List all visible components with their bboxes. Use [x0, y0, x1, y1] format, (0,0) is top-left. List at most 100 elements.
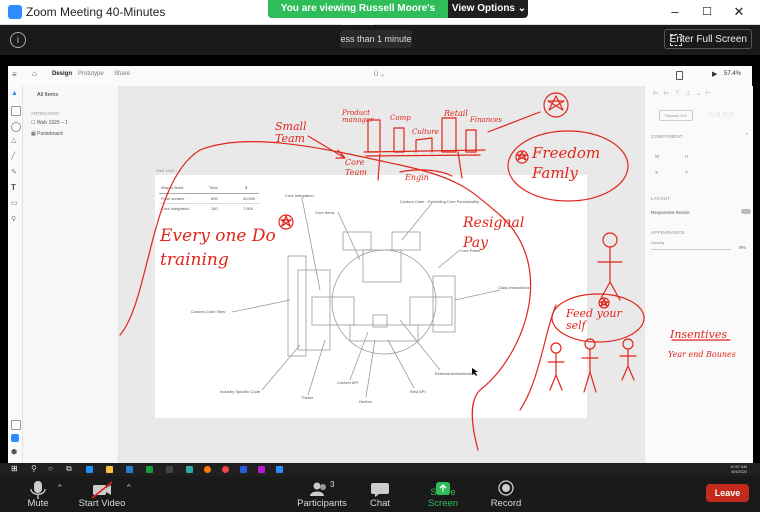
- artboard[interactable]: Way to Build Time $ From scratch 800 40,…: [155, 175, 587, 418]
- label-external-auth: External Authentication: [435, 371, 476, 376]
- tab-prototype[interactable]: Prototype: [78, 71, 104, 77]
- record-button[interactable]: Record: [488, 476, 524, 512]
- layers-icon[interactable]: [11, 434, 19, 442]
- search-icon[interactable]: ⚲: [31, 464, 37, 473]
- opacity-slider[interactable]: [651, 249, 731, 250]
- leave-button[interactable]: Leave: [706, 484, 749, 502]
- firefox-icon[interactable]: [204, 466, 211, 473]
- responsive-resize-toggle[interactable]: [741, 209, 751, 214]
- cost-table: Way to Build Time $ From scratch 800 40,…: [159, 185, 259, 213]
- artboard-tool-icon[interactable]: ▭: [11, 199, 18, 207]
- plugins-icon[interactable]: ⬢: [11, 448, 17, 456]
- view-options-button[interactable]: View Options ⌄: [450, 0, 528, 18]
- vscode-icon[interactable]: [240, 466, 247, 473]
- cortana-icon[interactable]: ○: [48, 464, 53, 473]
- layers-header: All Items: [37, 92, 59, 98]
- table-header: Time: [209, 185, 218, 190]
- repeat-grid-button[interactable]: Repeat Grid: [659, 110, 693, 121]
- annotation-product-manager: Product manager: [342, 109, 374, 124]
- tools-panel: ▲ △ ╱ ✎ T ▭ ⚲ ⬢: [8, 86, 23, 463]
- start-video-button[interactable]: Start Video: [78, 476, 126, 512]
- window-title: Zoom Meeting 40-Minutes: [26, 5, 166, 19]
- annotation-finances: Finances: [470, 116, 502, 124]
- boolean-icons[interactable]: ▢▢▢▢: [709, 112, 736, 118]
- label-industry-code: Industry Specific Code: [220, 389, 261, 394]
- start-menu-icon[interactable]: ⊞: [11, 465, 19, 473]
- responsive-resize-label: Responsive Resize: [651, 210, 690, 215]
- layer-item-web[interactable]: ☐ Web 1920 – 1: [31, 120, 68, 126]
- annotation-residual-pay: Resignal Pay: [463, 215, 525, 251]
- video-options-chevron-icon[interactable]: ⌃: [125, 483, 133, 494]
- layer-label: Pasteboard: [37, 131, 63, 137]
- label-core-items: Core Items: [315, 210, 335, 215]
- label-class-instructions: Class Instructions: [498, 285, 530, 290]
- annotation-engin: Engin: [405, 173, 429, 182]
- document-title[interactable]: Ü ⌄: [374, 71, 385, 78]
- excel-icon[interactable]: [146, 466, 153, 473]
- zoom-taskbar-icon[interactable]: [276, 466, 283, 473]
- zoom-level[interactable]: 57.4%: [724, 71, 741, 77]
- chat-button[interactable]: Chat: [362, 476, 398, 512]
- layer-label: Web 1920 – 1: [36, 120, 68, 126]
- share-screen-button[interactable]: Share Screen: [414, 476, 472, 512]
- audio-options-chevron-icon[interactable]: ⌃: [56, 483, 64, 494]
- label-theme: Theme: [301, 395, 314, 400]
- assets-icon[interactable]: [11, 420, 21, 430]
- layers-panel: All Items ARTBOARDS ☐ Web 1920 – 1 ▦ Pas…: [23, 86, 119, 463]
- hamburger-menu-icon[interactable]: ≡: [12, 70, 17, 79]
- align-icons[interactable]: ⊫ ⊨ ⊤ ⊥ ⫠ ⊢: [653, 90, 713, 98]
- select-tool-icon[interactable]: ▲: [11, 90, 18, 97]
- properties-panel: ⊫ ⊨ ⊤ ⊥ ⫠ ⊢ Repeat Grid ▢▢▢▢ COMPONENT +…: [644, 86, 753, 463]
- mail-icon[interactable]: [126, 466, 133, 473]
- pen-tool-icon[interactable]: ✎: [11, 168, 17, 176]
- line-tool-icon[interactable]: ╱: [11, 152, 15, 160]
- clock-date: 8/4/2020: [731, 469, 747, 474]
- app-icon[interactable]: [166, 466, 173, 473]
- info-icon[interactable]: i: [10, 32, 26, 48]
- enter-full-screen-button[interactable]: Enter Full Screen: [664, 29, 752, 49]
- home-icon[interactable]: ⌂: [32, 69, 37, 78]
- rectangle-tool-icon[interactable]: [11, 106, 21, 116]
- minimize-button[interactable]: –: [660, 4, 690, 20]
- participants-button[interactable]: 3 Participants: [296, 476, 348, 512]
- share-screen-label: Share Screen: [427, 487, 459, 509]
- close-button[interactable]: ✕: [724, 4, 754, 20]
- tab-share[interactable]: Share: [114, 71, 130, 77]
- device-preview-icon[interactable]: [676, 71, 683, 80]
- label-context-api: Context API: [337, 380, 359, 385]
- opacity-value: 0%: [739, 245, 746, 250]
- fullscreen-icon: [670, 34, 682, 46]
- add-component-icon[interactable]: +: [745, 132, 749, 138]
- ellipse-tool-icon[interactable]: [11, 122, 21, 132]
- component-label: COMPONENT: [651, 134, 683, 139]
- annotation-freedom-family: Freedom Famly: [532, 144, 601, 182]
- h-label: H: [685, 154, 689, 159]
- x-label: X: [655, 170, 659, 175]
- chrome-icon[interactable]: [222, 466, 229, 473]
- task-view-icon[interactable]: ⧉: [66, 464, 72, 474]
- annotation-small-team: Small Team: [275, 120, 307, 145]
- appearance-label: APPEARANCE: [651, 230, 685, 235]
- text-tool-icon[interactable]: T: [11, 183, 16, 192]
- zoom-tool-icon[interactable]: ⚲: [11, 215, 16, 223]
- table-cell: Core integration: [161, 206, 190, 211]
- table-header-row: Way to Build Time $: [159, 185, 259, 194]
- annotation-feed-yourself: Feed your self: [566, 307, 622, 332]
- tab-design[interactable]: Design: [52, 71, 72, 77]
- start-video-label: Start Video: [78, 498, 126, 509]
- annotation-insentives: Insentives: [670, 328, 727, 341]
- mute-button[interactable]: Mute: [18, 476, 58, 512]
- system-clock[interactable]: 10:57 AM 8/4/2020: [730, 464, 747, 474]
- file-explorer-icon[interactable]: [106, 466, 113, 473]
- table-row: From scratch 800 40,000: [159, 194, 259, 204]
- maximize-button[interactable]: ☐: [692, 4, 722, 20]
- label-rest-api: Rest API: [410, 389, 426, 394]
- xd-icon[interactable]: [258, 466, 265, 473]
- mute-label: Mute: [27, 498, 49, 509]
- app-icon[interactable]: [186, 466, 193, 473]
- windows-taskbar: [0, 463, 760, 476]
- polygon-tool-icon[interactable]: △: [11, 136, 16, 144]
- play-icon[interactable]: ▶: [712, 70, 717, 78]
- edge-icon[interactable]: [86, 466, 93, 473]
- layer-item-pasteboard[interactable]: ▦ Pasteboard: [31, 131, 63, 137]
